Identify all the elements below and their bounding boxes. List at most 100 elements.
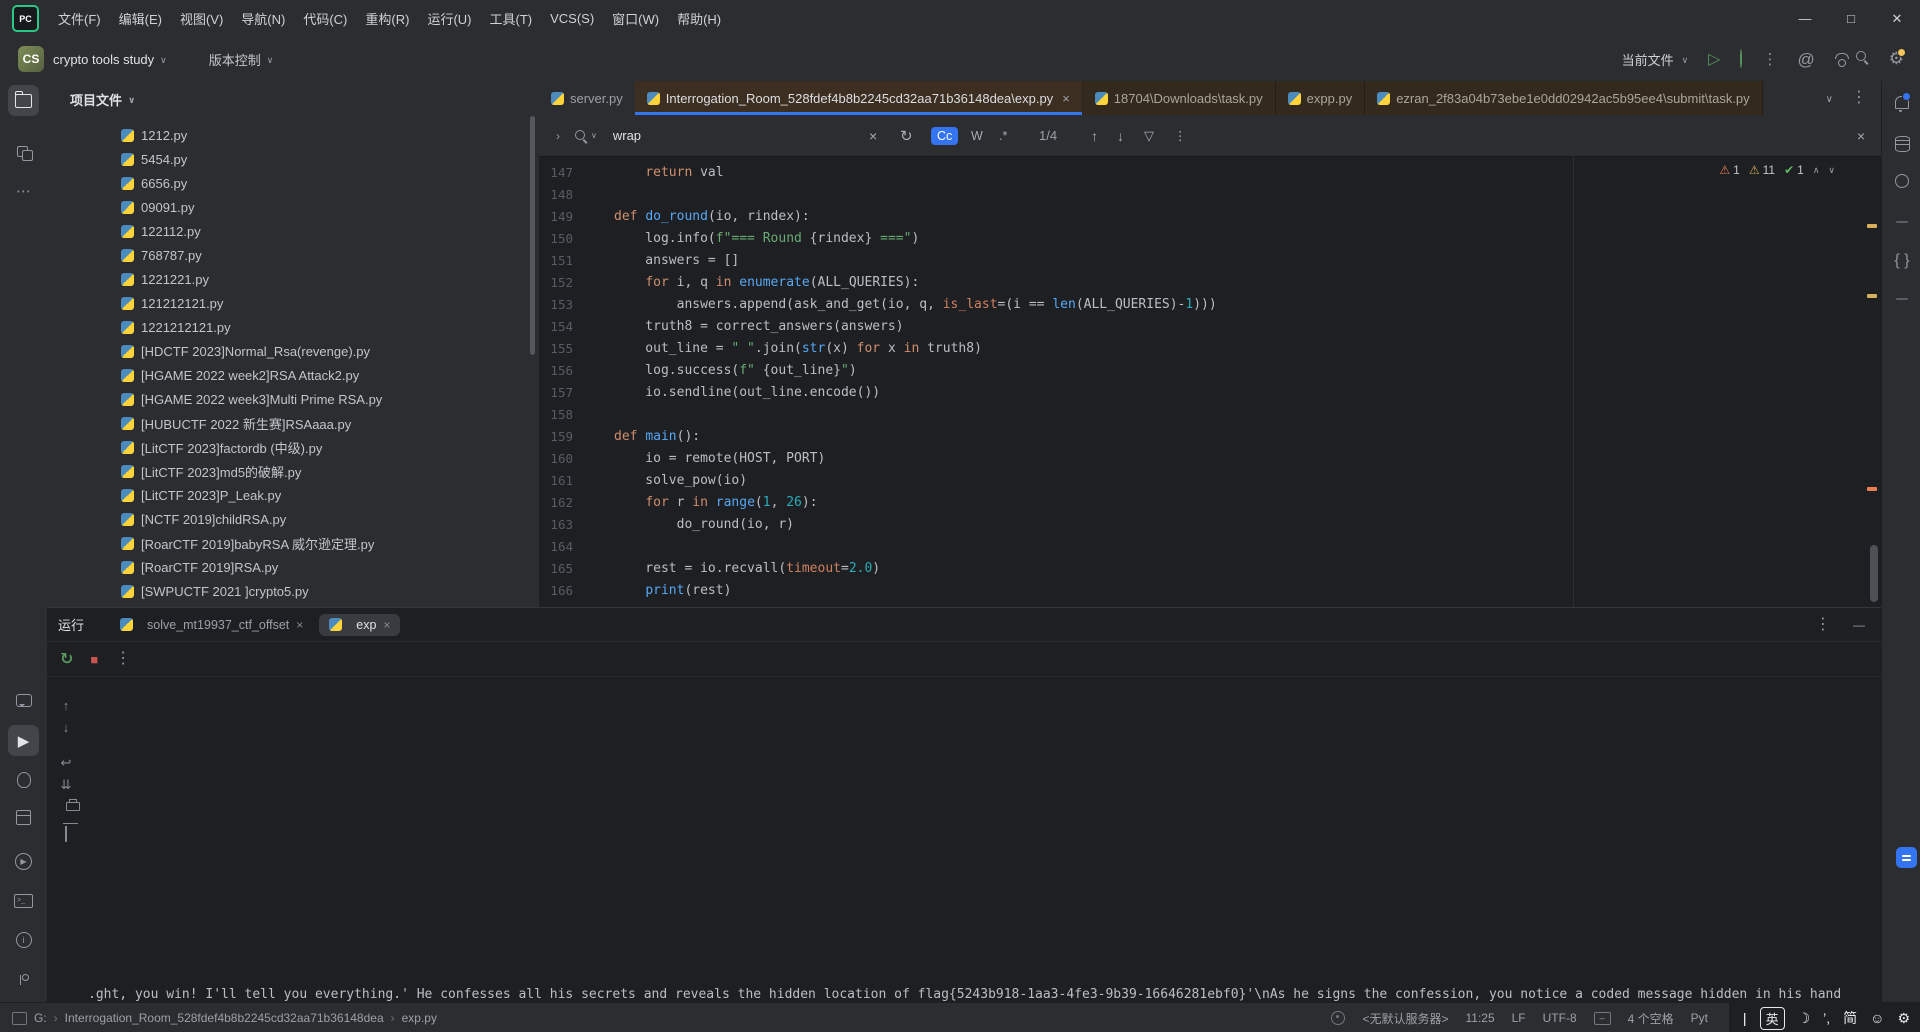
menu-item[interactable]: 帮助(H) bbox=[668, 0, 730, 37]
line-number[interactable]: 160 bbox=[539, 448, 573, 470]
filter-icon[interactable]: ▽ bbox=[1144, 128, 1154, 144]
menu-item[interactable]: 编辑(E) bbox=[110, 0, 171, 37]
project-file-item[interactable]: [RoarCTF 2019]babyRSA 威尔逊定理.py bbox=[47, 531, 539, 555]
vcs-widget[interactable]: 版本控制 bbox=[209, 50, 261, 69]
packages-tool-button[interactable] bbox=[8, 802, 39, 833]
menu-item[interactable]: 重构(R) bbox=[356, 0, 418, 37]
close-tab-icon[interactable]: × bbox=[1062, 91, 1070, 106]
up-stack-icon[interactable]: ↑ bbox=[57, 698, 75, 713]
stripe-warning-mark[interactable] bbox=[1867, 294, 1877, 298]
regex-toggle[interactable]: .* bbox=[999, 129, 1007, 143]
expand-find-icon[interactable]: › bbox=[556, 130, 560, 142]
more-actions-icon[interactable]: ⋮ bbox=[1762, 52, 1777, 67]
line-number[interactable]: 164 bbox=[539, 536, 573, 558]
project-file-item[interactable]: [LitCTF 2023]P_Leak.py bbox=[47, 483, 539, 507]
caret-position-widget[interactable]: 11:25 bbox=[1465, 1011, 1494, 1025]
editor-scrollbar[interactable] bbox=[1870, 545, 1878, 602]
line-number[interactable]: 148 bbox=[539, 184, 573, 206]
ai-chat-tool-button[interactable] bbox=[8, 685, 39, 716]
match-case-toggle[interactable]: Cc bbox=[931, 126, 959, 145]
next-occurrence-icon[interactable]: ↓ bbox=[1117, 128, 1124, 144]
menu-item[interactable]: 运行(U) bbox=[418, 0, 480, 37]
line-number[interactable]: 151 bbox=[539, 250, 573, 272]
search-history-icon[interactable]: ↻ bbox=[900, 127, 913, 145]
ime-settings-icon[interactable]: ⚙ bbox=[1897, 1010, 1910, 1027]
encoding-widget[interactable]: UTF-8 bbox=[1543, 1011, 1577, 1025]
ime-fullwidth-toggle[interactable]: ☽ bbox=[1798, 1010, 1811, 1027]
passed-indicator[interactable]: ✔ 1 bbox=[1784, 163, 1804, 177]
project-file-item[interactable]: [LitCTF 2023]md5的破解.py bbox=[47, 459, 539, 483]
collapsed-tool-stripe[interactable] bbox=[1891, 211, 1913, 233]
python-console-tool-button[interactable]: ▶ bbox=[8, 846, 39, 877]
editor-tab[interactable]: 18704\Downloads\task.py bbox=[1082, 81, 1276, 115]
editor-tab[interactable]: Interrogation_Room_528fdef4b8b2245cd32aa… bbox=[634, 81, 1083, 115]
project-file-item[interactable]: 09091.py bbox=[47, 195, 539, 219]
maximize-button[interactable]: □ bbox=[1828, 0, 1874, 37]
line-number[interactable]: 157 bbox=[539, 382, 573, 404]
menu-item[interactable]: 视图(V) bbox=[171, 0, 232, 37]
line-number[interactable]: 155 bbox=[539, 338, 573, 360]
terminal-tool-button[interactable]: >_ bbox=[8, 885, 39, 916]
line-number[interactable]: 159 bbox=[539, 426, 573, 448]
run-button[interactable]: ▷ bbox=[1708, 49, 1720, 69]
editor-tab[interactable]: server.py bbox=[539, 81, 635, 115]
project-file-item[interactable]: 6656.py bbox=[47, 171, 539, 195]
menu-item[interactable]: 文件(F) bbox=[49, 0, 110, 37]
line-number[interactable]: 154 bbox=[539, 316, 573, 338]
endpoints-tool-button[interactable]: { } bbox=[1891, 250, 1913, 272]
menu-item[interactable]: 导航(N) bbox=[232, 0, 294, 37]
console[interactable]: ↑ ↓ ↩ ⇊ .ght, you win! I'll tell you eve… bbox=[47, 676, 1881, 1003]
close-find-icon[interactable]: × bbox=[1857, 128, 1865, 144]
rerun-icon[interactable]: ↻ bbox=[60, 649, 73, 669]
chevron-down-icon[interactable]: ∨ bbox=[1828, 165, 1835, 176]
run-tab[interactable]: solve_mt19937_ctf_offset × bbox=[110, 614, 313, 636]
browser-tool-button[interactable] bbox=[1891, 170, 1913, 192]
debug-tool-button[interactable] bbox=[8, 764, 39, 795]
project-file-item[interactable]: [HGAME 2022 week2]RSA Attack2.py bbox=[47, 363, 539, 387]
tab-options-icon[interactable]: ⋮ bbox=[1851, 90, 1867, 106]
search-everywhere-button[interactable] bbox=[1855, 50, 1869, 69]
line-number[interactable]: 147 bbox=[539, 162, 573, 184]
project-file-item[interactable]: 1221221.py bbox=[47, 267, 539, 291]
notifications-button[interactable] bbox=[1891, 91, 1913, 113]
menu-item[interactable]: VCS(S) bbox=[541, 0, 603, 37]
code-editor[interactable]: 147 return val 148 149 def do_round(io, rin… bbox=[539, 156, 1881, 607]
project-file-item[interactable]: 1212.py bbox=[47, 123, 539, 147]
ai-assistant-button[interactable] bbox=[1896, 847, 1917, 868]
project-file-item[interactable]: [HUBUCTF 2022 新生赛]RSAaaa.py bbox=[47, 411, 539, 435]
project-file-item[interactable]: 5454.py bbox=[47, 147, 539, 171]
version-control-tool-button[interactable] bbox=[8, 964, 39, 995]
problems-tool-button[interactable]: i bbox=[8, 924, 39, 955]
menu-item[interactable]: 工具(T) bbox=[480, 0, 541, 37]
project-file-item[interactable]: [HDCTF 2023]Normal_Rsa(revenge).py bbox=[47, 339, 539, 363]
line-number[interactable]: 161 bbox=[539, 470, 573, 492]
line-ending-widget[interactable]: LF bbox=[1512, 1011, 1526, 1025]
project-view-selector[interactable]: 项目文件 ∨ bbox=[47, 81, 539, 117]
menu-item[interactable]: 窗口(W) bbox=[603, 0, 668, 37]
soft-wrap-icon[interactable]: ↩ bbox=[57, 755, 75, 771]
more-tool-windows-button[interactable]: ⋯ bbox=[8, 175, 39, 206]
stripe-error-mark[interactable] bbox=[1867, 487, 1877, 491]
close-tab-icon[interactable]: × bbox=[296, 618, 303, 632]
find-query[interactable]: wrap bbox=[613, 128, 641, 143]
collapsed-tool-stripe[interactable] bbox=[1891, 288, 1913, 310]
console-options-icon[interactable]: ⋮ bbox=[115, 651, 131, 667]
debug-button[interactable] bbox=[1740, 49, 1743, 68]
close-tab-icon[interactable]: × bbox=[383, 618, 390, 632]
ai-mention-icon[interactable]: @ bbox=[1797, 51, 1814, 68]
settings-button[interactable]: ⚙ bbox=[1889, 47, 1906, 69]
project-file-item[interactable]: 768787.py bbox=[47, 243, 539, 267]
line-number[interactable]: 158 bbox=[539, 404, 573, 426]
project-file-item[interactable]: [NCTF 2019]childRSA.py bbox=[47, 507, 539, 531]
ime-language-toggle[interactable]: 英 bbox=[1759, 1006, 1785, 1030]
search-mode-button[interactable]: ∨ bbox=[574, 129, 597, 143]
project-file-item[interactable]: 122112.py bbox=[47, 219, 539, 243]
deployment-server-widget[interactable]: <无默认服务器> bbox=[1362, 1010, 1448, 1027]
stop-icon[interactable]: ■ bbox=[90, 652, 98, 667]
project-widget[interactable]: crypto tools study bbox=[53, 52, 154, 67]
line-number[interactable]: 162 bbox=[539, 492, 573, 514]
whole-words-toggle[interactable]: W bbox=[971, 129, 983, 143]
commit-tool-button[interactable] bbox=[8, 136, 39, 167]
project-file-item[interactable]: 1221212121.py bbox=[47, 315, 539, 339]
line-number[interactable]: 149 bbox=[539, 206, 573, 228]
